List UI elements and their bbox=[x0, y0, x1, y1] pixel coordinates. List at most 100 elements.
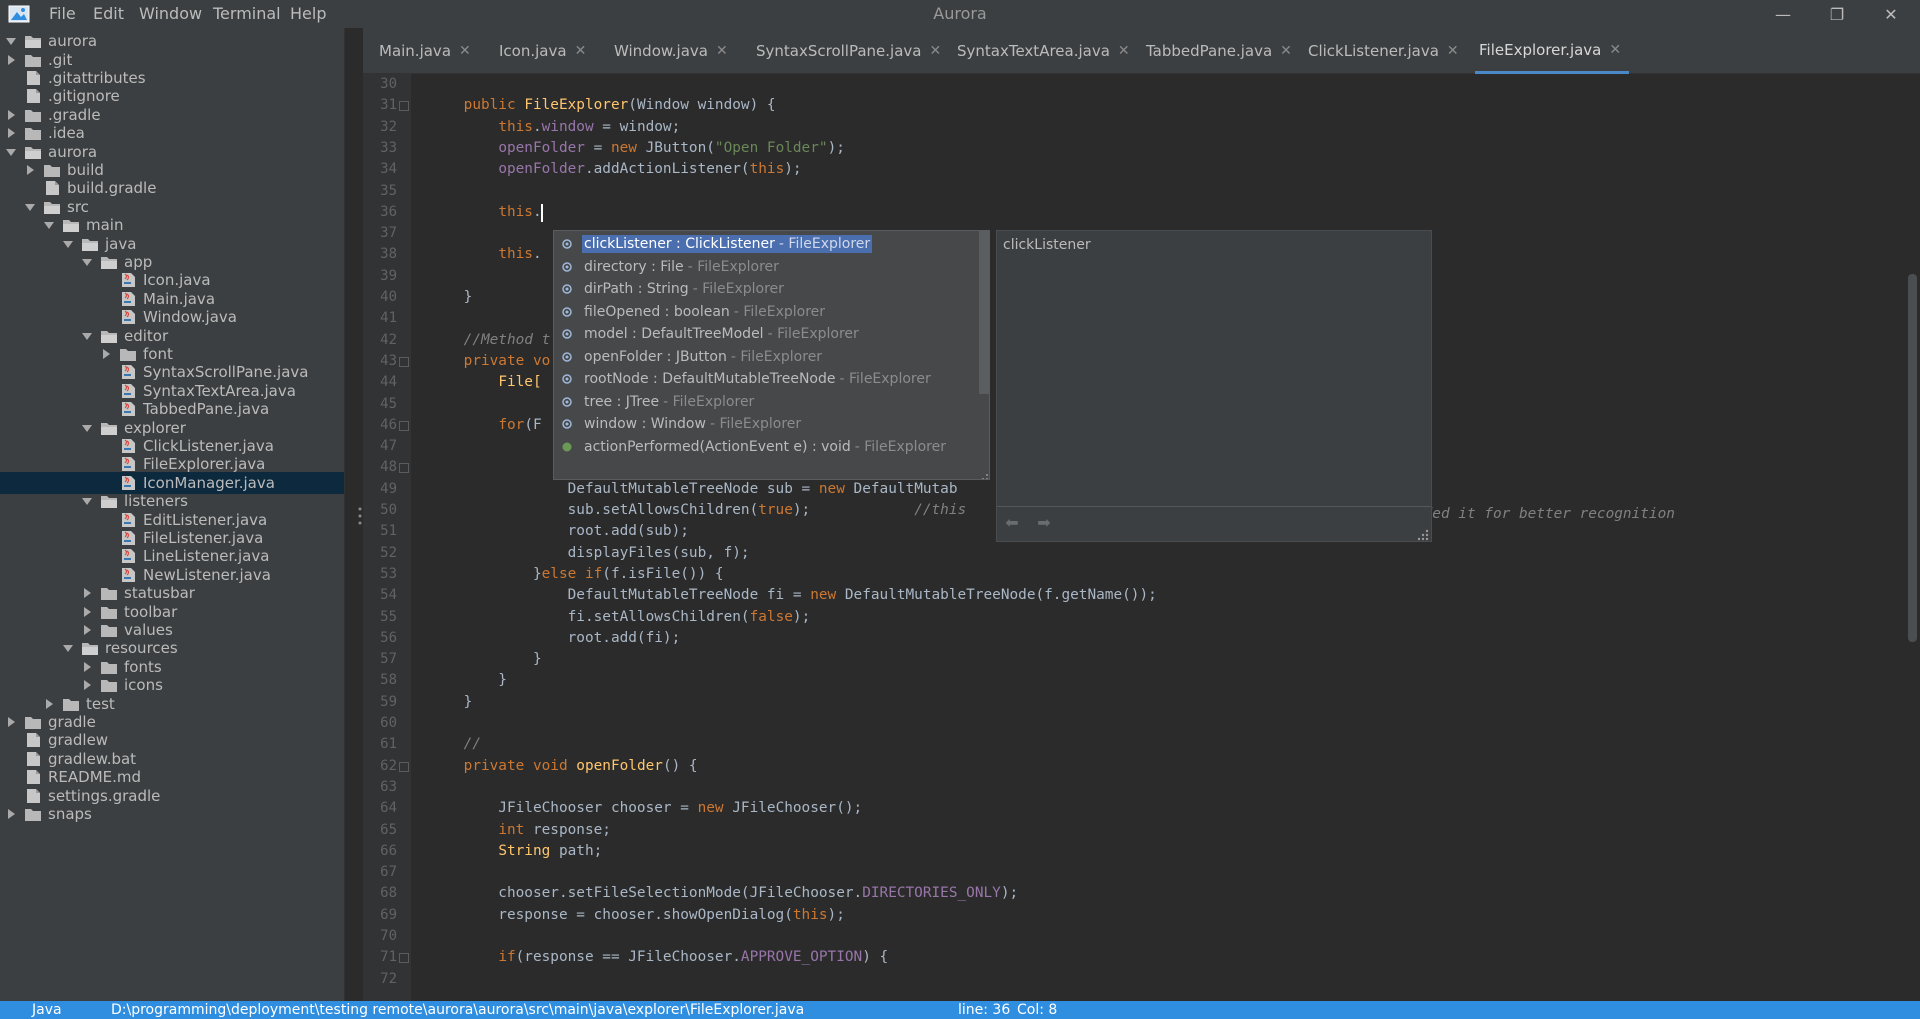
code-line[interactable]: }else if(f.isFile()) { bbox=[429, 564, 724, 585]
chevron-right-icon[interactable] bbox=[4, 108, 18, 122]
completion-scrollbar[interactable] bbox=[979, 231, 989, 394]
close-tab-icon[interactable]: ✕ bbox=[1609, 42, 1621, 58]
chevron-down-icon[interactable] bbox=[80, 255, 94, 269]
chevron-right-icon[interactable] bbox=[80, 623, 94, 637]
completion-item[interactable]: tree : JTree - FileExplorer bbox=[554, 391, 977, 414]
editor-tab[interactable]: Main.java ✕ bbox=[375, 28, 479, 74]
code-line[interactable]: } bbox=[429, 649, 542, 670]
completion-item[interactable]: model : DefaultTreeModel - FileExplorer bbox=[554, 323, 977, 346]
code-line[interactable]: public FileExplorer(Window window) { bbox=[429, 95, 776, 116]
menu-file[interactable]: File bbox=[49, 4, 76, 23]
close-tab-icon[interactable]: ✕ bbox=[929, 43, 941, 59]
fold-toggle-icon[interactable] bbox=[399, 953, 409, 964]
chevron-right-icon[interactable] bbox=[4, 53, 18, 67]
completion-item[interactable]: actionPerformed(ActionEvent e) : void - F… bbox=[554, 436, 977, 459]
chevron-right-icon[interactable] bbox=[4, 715, 18, 729]
chevron-right-icon[interactable] bbox=[42, 697, 56, 711]
completion-item[interactable]: dirPath : String - FileExplorer bbox=[554, 278, 977, 301]
fold-toggle-icon[interactable] bbox=[399, 101, 409, 112]
completion-item[interactable]: rootNode : DefaultMutableTreeNode - FileE… bbox=[554, 368, 977, 391]
chevron-right-icon[interactable] bbox=[80, 678, 94, 692]
code-line[interactable]: this.window = window; bbox=[429, 117, 680, 138]
doc-forward-icon[interactable]: ➡ bbox=[1033, 512, 1055, 532]
chevron-right-icon[interactable] bbox=[80, 660, 94, 674]
editor-tab[interactable]: FileExplorer.java ✕ bbox=[1475, 28, 1630, 74]
code-line[interactable]: //Method t bbox=[429, 330, 551, 351]
chevron-down-icon[interactable] bbox=[80, 329, 94, 343]
maximize-button[interactable]: ❐ bbox=[1814, 0, 1860, 28]
code-line[interactable]: response = chooser.showOpenDialog(this); bbox=[429, 905, 845, 926]
completion-item[interactable]: directory : File - FileExplorer bbox=[554, 256, 977, 279]
editor-tab[interactable]: SyntaxTextArea.java ✕ bbox=[953, 28, 1138, 74]
chevron-right-icon[interactable] bbox=[23, 163, 37, 177]
code-line[interactable]: for(F bbox=[429, 415, 541, 436]
editor-tab[interactable]: Icon.java ✕ bbox=[495, 28, 594, 74]
code-line[interactable]: private void openFolder() { bbox=[429, 756, 698, 777]
close-tab-icon[interactable]: ✕ bbox=[459, 43, 471, 59]
editor-tab[interactable]: TabbedPane.java ✕ bbox=[1142, 28, 1300, 74]
menu-window[interactable]: Window bbox=[139, 4, 202, 23]
fold-toggle-icon[interactable] bbox=[399, 463, 409, 474]
fold-toggle-icon[interactable] bbox=[399, 761, 409, 772]
code-line[interactable]: openFolder.addActionListener(this); bbox=[429, 159, 801, 180]
code-line[interactable]: chooser.setFileSelectionMode(JFileChoose… bbox=[429, 883, 1018, 904]
chevron-down-icon[interactable] bbox=[80, 494, 94, 508]
tree-item[interactable]: snaps bbox=[0, 803, 344, 826]
chevron-right-icon[interactable] bbox=[4, 126, 18, 140]
code-line[interactable]: sub.setAllowsChildren(true); //this bbox=[429, 500, 967, 521]
code-line[interactable]: this. bbox=[429, 202, 541, 223]
completion-item[interactable]: clickListener : ClickListener - FileExplo… bbox=[554, 233, 977, 256]
code-line[interactable]: File[ bbox=[429, 372, 541, 393]
status-language[interactable]: Java bbox=[32, 1001, 62, 1019]
code-line[interactable]: private vo bbox=[429, 351, 551, 372]
code-line[interactable]: } bbox=[429, 670, 507, 691]
completion-item[interactable]: fileOpened : boolean - FileExplorer bbox=[554, 301, 977, 324]
chevron-down-icon[interactable] bbox=[4, 145, 18, 159]
menu-edit[interactable]: Edit bbox=[93, 4, 124, 23]
code-line[interactable]: } bbox=[429, 287, 473, 308]
close-tab-icon[interactable]: ✕ bbox=[575, 43, 587, 59]
close-tab-icon[interactable]: ✕ bbox=[1118, 43, 1130, 59]
code-line[interactable]: if(response == JFileChooser.APPROVE_OPTI… bbox=[429, 947, 888, 968]
chevron-down-icon[interactable] bbox=[23, 200, 37, 214]
chevron-down-icon[interactable] bbox=[4, 34, 18, 48]
code-line[interactable]: fi.setAllowsChildren(false); bbox=[429, 607, 811, 628]
editor-tab[interactable]: SyntaxScrollPane.java ✕ bbox=[752, 28, 949, 74]
completion-popup[interactable]: clickListener : ClickListener - FileExplo… bbox=[553, 230, 990, 480]
fold-toggle-icon[interactable] bbox=[399, 356, 409, 367]
code-line[interactable]: openFolder = new JButton("Open Folder"); bbox=[429, 138, 845, 159]
close-tab-icon[interactable]: ✕ bbox=[1280, 43, 1292, 59]
close-tab-icon[interactable]: ✕ bbox=[1447, 43, 1459, 59]
chevron-right-icon[interactable] bbox=[99, 347, 113, 361]
chevron-down-icon[interactable] bbox=[61, 237, 75, 251]
code-line[interactable]: displayFiles(sub, f); bbox=[429, 543, 750, 564]
code-line[interactable]: JFileChooser chooser = new JFileChooser(… bbox=[429, 798, 862, 819]
doc-back-icon[interactable]: ⬅ bbox=[1001, 512, 1023, 532]
completion-item[interactable]: window : Window - FileExplorer bbox=[554, 413, 977, 436]
resize-grip-icon[interactable] bbox=[977, 467, 989, 479]
chevron-right-icon[interactable] bbox=[80, 586, 94, 600]
menu-help[interactable]: Help bbox=[290, 4, 326, 23]
code-line[interactable]: // bbox=[429, 734, 481, 755]
code-line[interactable]: String path; bbox=[429, 841, 602, 862]
doc-resize-grip-icon[interactable] bbox=[1417, 527, 1429, 541]
project-tree[interactable]: aurora .git .gitattributes .gitignore .gradl… bbox=[0, 28, 345, 1001]
editor-tab[interactable]: Window.java ✕ bbox=[610, 28, 736, 74]
chevron-down-icon[interactable] bbox=[42, 218, 56, 232]
chevron-right-icon[interactable] bbox=[80, 605, 94, 619]
chevron-down-icon[interactable] bbox=[61, 641, 75, 655]
code-line[interactable]: root.add(sub); bbox=[429, 521, 689, 542]
code-line[interactable]: int response; bbox=[429, 820, 611, 841]
close-tab-icon[interactable]: ✕ bbox=[716, 43, 728, 59]
completion-item[interactable]: openFolder : JButton - FileExplorer bbox=[554, 346, 977, 369]
menu-terminal[interactable]: Terminal bbox=[213, 4, 281, 23]
code-line[interactable]: root.add(fi); bbox=[429, 628, 681, 649]
editor-scrollbar[interactable] bbox=[1908, 274, 1917, 642]
code-line[interactable]: DefaultMutableTreeNode sub = new Default… bbox=[429, 479, 958, 500]
close-window-button[interactable]: ✕ bbox=[1868, 0, 1914, 28]
code-line[interactable]: this. bbox=[429, 244, 541, 265]
minimize-button[interactable]: — bbox=[1760, 0, 1806, 28]
fold-toggle-icon[interactable] bbox=[399, 420, 409, 431]
code-line[interactable]: DefaultMutableTreeNode fi = new DefaultM… bbox=[429, 585, 1157, 606]
chevron-right-icon[interactable] bbox=[4, 807, 18, 821]
